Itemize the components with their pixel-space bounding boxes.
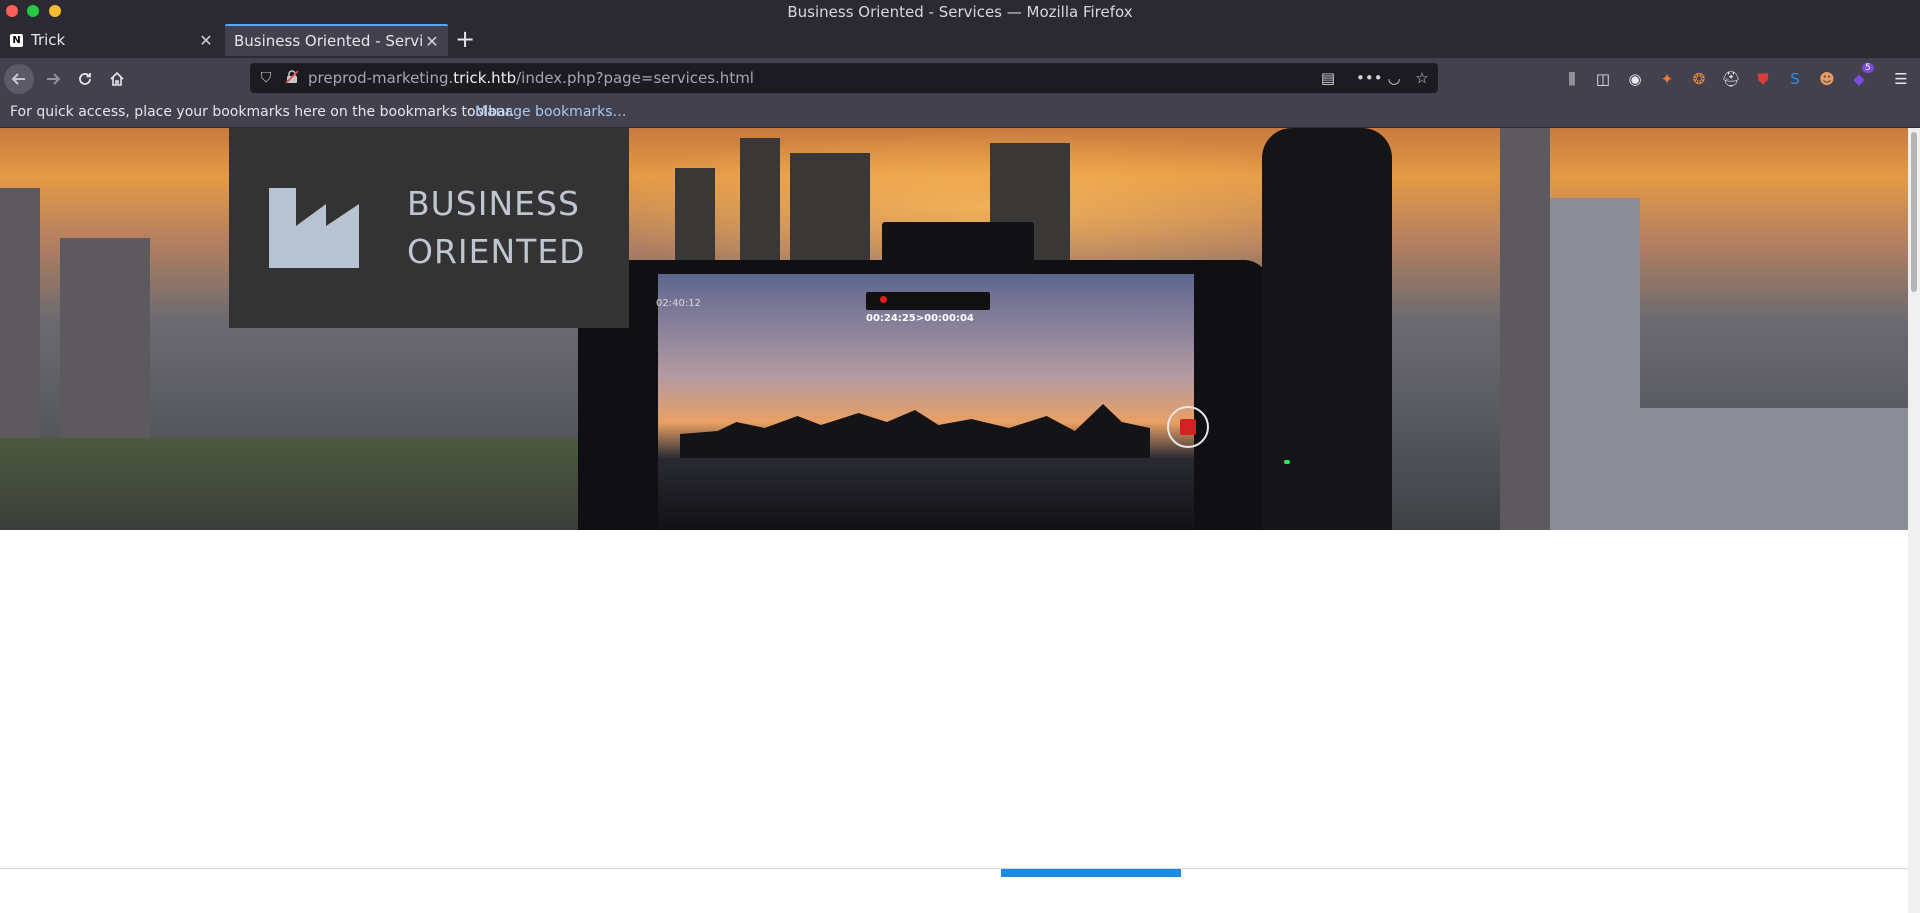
forward-button[interactable] [38,64,68,94]
tab-trick[interactable]: N Trick ✕ [0,24,222,56]
window-titlebar: Business Oriented - Services — Mozilla F… [0,0,1920,22]
reload-button[interactable] [70,64,100,94]
hero-gimbal-led [1284,460,1290,464]
content-divider [0,868,1908,869]
arrow-right-icon [47,73,61,85]
shield-icon[interactable]: ⛉ [258,69,274,87]
scrollbar-thumb[interactable] [1911,132,1917,292]
bookmark-star-icon[interactable]: ☆ [1412,69,1432,87]
arrow-left-icon [11,73,25,85]
new-tab-button[interactable]: + [452,26,478,54]
bookmarks-hint: For quick access, place your bookmarks h… [10,104,515,120]
extension-owl-icon[interactable]: ☻ [1816,68,1838,90]
tab-label: Trick [31,31,66,49]
ublock-icon[interactable]: ⛊ [1752,68,1774,90]
extension-badge: 5 [1862,63,1874,73]
window-title: Business Oriented - Services — Mozilla F… [787,3,1133,21]
url-text[interactable]: preprod-marketing.trick.htb/index.php?pa… [308,69,754,87]
hero-gimbal [1262,128,1392,530]
hero-building [1600,408,1908,530]
bookmarks-toolbar: For quick access, place your bookmarks h… [0,98,1920,128]
page-viewport: 02:40:12 00:24:25>00:00:04 BUSINESS ORIE… [0,128,1908,913]
extension-hat-icon[interactable]: ⛑ [1720,68,1742,90]
hero-ground [0,438,600,530]
pocket-icon[interactable]: ◡ [1384,69,1404,87]
extension-s-icon[interactable]: S [1784,68,1806,90]
home-icon [110,71,124,86]
url-host: trick.htb [453,69,517,87]
tab-label: Business Oriented - Services [234,32,422,50]
url-prefix: preprod-marketing. [308,69,454,87]
manage-bookmarks-link[interactable]: Manage bookmarks… [475,104,627,120]
reload-icon [79,73,91,85]
insecure-lock-icon[interactable] [284,70,300,86]
hero-recording-pill: 00:24:25>00:00:04 [866,292,990,324]
stop-icon [1180,419,1196,435]
menu-icon[interactable]: ☰ [1890,68,1912,90]
logo-text: BUSINESS ORIENTED [407,180,586,276]
tab-strip: N Trick ✕ Business Oriented - Services ✕… [0,22,1920,58]
hero-recording-time: 00:24:25>00:00:04 [866,313,974,324]
hero-timecode: 02:40:12 [656,298,701,309]
back-button[interactable] [4,64,34,94]
navigation-toolbar: ⛉ preprod-marketing.trick.htb/index.php?… [0,58,1920,98]
home-button[interactable] [102,64,132,94]
hero-record-button [1167,406,1209,448]
active-section-indicator [1001,869,1181,877]
notion-icon: N [10,33,23,47]
url-path: /index.php?page=services.html [516,69,754,87]
hero-building [1500,128,1550,530]
close-icon[interactable]: ✕ [196,31,216,50]
reader-view-icon[interactable]: ▤ [1318,69,1338,87]
hero-phone-clip [882,222,1034,274]
library-icon[interactable]: ⫼ [1561,68,1583,90]
close-icon[interactable]: ✕ [422,32,442,51]
site-logo[interactable]: BUSINESS ORIENTED [229,128,629,328]
url-bar[interactable]: ⛉ preprod-marketing.trick.htb/index.php?… [250,63,1438,93]
logo-line-1: BUSINESS [407,184,580,223]
page-actions-icon[interactable]: ••• [1356,69,1383,87]
record-dot-icon [880,296,887,303]
account-icon[interactable]: ◉ [1624,68,1646,90]
factory-icon [269,188,359,268]
logo-line-2: ORIENTED [407,232,586,271]
sidebar-icon[interactable]: ◫ [1592,68,1614,90]
tab-business-oriented[interactable]: Business Oriented - Services ✕ [225,24,448,56]
extension-cookie-icon[interactable]: ❂ [1688,68,1710,90]
extension-fox-icon[interactable]: ✦ [1656,68,1678,90]
